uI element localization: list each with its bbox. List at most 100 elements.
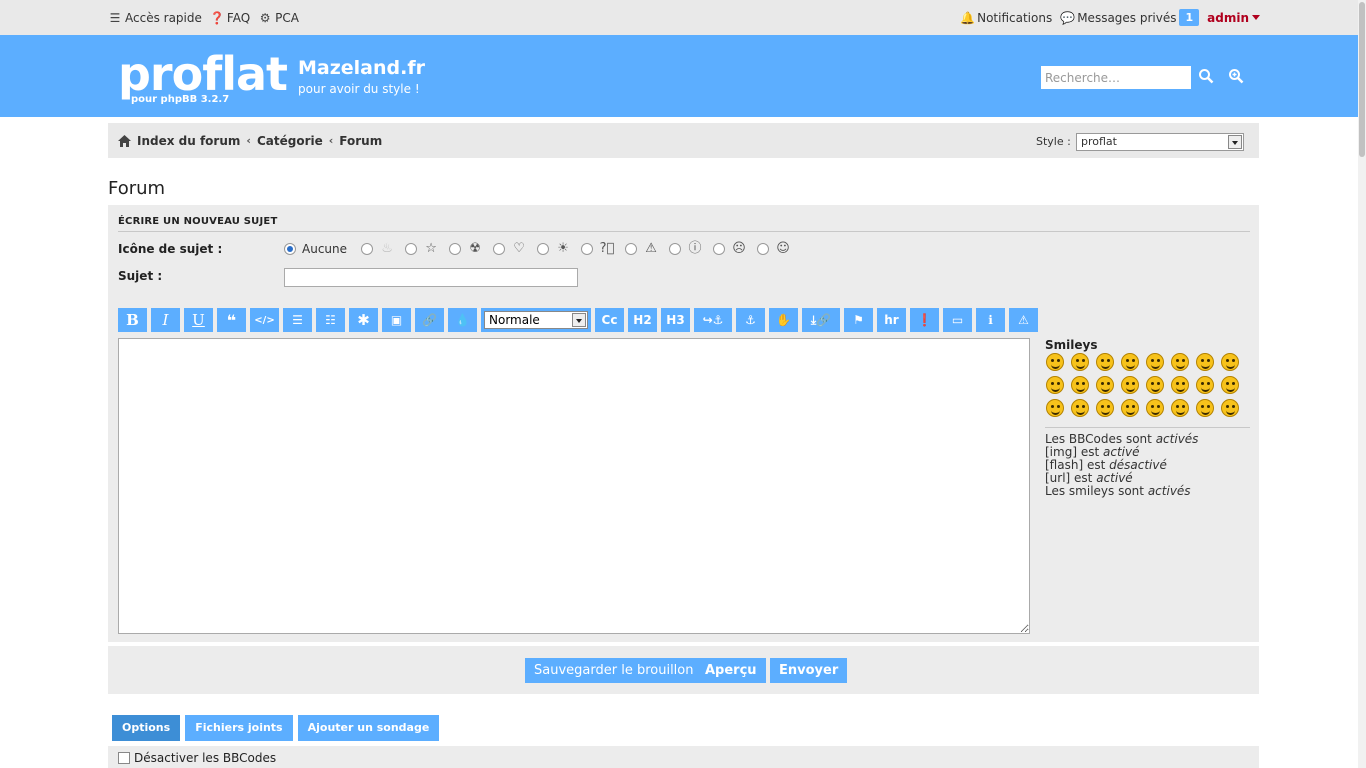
flag-button[interactable]: ⚑ bbox=[844, 308, 873, 332]
list-item-button[interactable]: ✱ bbox=[349, 308, 378, 332]
smiley-icon[interactable] bbox=[1121, 353, 1139, 371]
breadcrumb-forum[interactable]: Forum bbox=[339, 134, 382, 148]
hr-button[interactable]: hr bbox=[877, 308, 906, 332]
site-logo[interactable]: proflat bbox=[118, 49, 288, 99]
faq-link[interactable]: ❓ FAQ bbox=[210, 11, 250, 25]
info-icon: ⓘ bbox=[688, 241, 702, 256]
smiley-icon[interactable] bbox=[1171, 399, 1189, 417]
advanced-search-button[interactable] bbox=[1228, 68, 1246, 86]
topic-icon-radio-warning[interactable] bbox=[625, 243, 638, 255]
exclamation-circle-icon: ❗ bbox=[917, 313, 932, 327]
style-select[interactable]: proflat bbox=[1076, 133, 1244, 151]
bold-button[interactable]: B bbox=[118, 308, 147, 332]
underline-button[interactable]: U bbox=[184, 308, 213, 332]
sad-face-icon: ☹ bbox=[732, 241, 746, 256]
disable-bbcode-option[interactable]: Désactiver les BBCodes bbox=[118, 751, 276, 765]
hand-button[interactable]: ✋ bbox=[769, 308, 798, 332]
image-button[interactable]: ▣ bbox=[382, 308, 411, 332]
color-button[interactable]: 💧 bbox=[448, 308, 477, 332]
anchor-link-button[interactable]: ↪⚓ bbox=[694, 308, 732, 332]
smiley-icon[interactable] bbox=[1046, 399, 1064, 417]
smiley-icon[interactable] bbox=[1121, 399, 1139, 417]
smiley-icon[interactable] bbox=[1071, 399, 1089, 417]
smiley-icon[interactable] bbox=[1071, 376, 1089, 394]
smiley-icon[interactable] bbox=[1196, 376, 1214, 394]
smiley-icon[interactable] bbox=[1071, 353, 1089, 371]
breadcrumb-category[interactable]: Catégorie bbox=[257, 134, 323, 148]
scrollbar-thumb[interactable] bbox=[1359, 2, 1365, 157]
smiley-icon[interactable] bbox=[1046, 376, 1064, 394]
topic-icon-radio-lightbulb[interactable] bbox=[537, 243, 550, 255]
topic-icon-radio-fire[interactable] bbox=[361, 243, 374, 255]
warning-button[interactable]: ⚠ bbox=[1009, 308, 1038, 332]
smiley-icon[interactable] bbox=[1221, 376, 1239, 394]
url-status-text: [url] est bbox=[1045, 471, 1093, 485]
img-status-text: [img] est bbox=[1045, 445, 1100, 459]
code-button[interactable]: </> bbox=[250, 308, 279, 332]
cc-button[interactable]: Cc bbox=[595, 308, 624, 332]
list-button[interactable]: ☰ bbox=[283, 308, 312, 332]
topic-icon-radio-question[interactable] bbox=[581, 243, 594, 255]
message-textarea[interactable] bbox=[118, 338, 1030, 634]
smiley-icon[interactable] bbox=[1171, 353, 1189, 371]
quote-button[interactable]: ❝ bbox=[217, 308, 246, 332]
link-button[interactable]: 🔗 bbox=[415, 308, 444, 332]
tab-poll[interactable]: Ajouter un sondage bbox=[297, 715, 440, 741]
info-circle-icon: ℹ bbox=[988, 313, 993, 327]
save-draft-button[interactable]: Sauvegarder le brouillon bbox=[525, 658, 703, 683]
user-menu[interactable]: admin bbox=[1207, 11, 1260, 25]
window-button[interactable]: ▭ bbox=[943, 308, 972, 332]
grin-face-icon: ☺ bbox=[776, 241, 790, 256]
smiley-icon[interactable] bbox=[1146, 376, 1164, 394]
disable-bbcode-checkbox[interactable] bbox=[118, 752, 130, 764]
preview-button[interactable]: Aperçu bbox=[696, 658, 766, 683]
smiley-icon[interactable] bbox=[1171, 376, 1189, 394]
bbcode-status-value[interactable]: activés bbox=[1156, 432, 1199, 446]
download-link-button[interactable]: ⤓🔗 bbox=[802, 308, 840, 332]
italic-button[interactable]: I bbox=[151, 308, 180, 332]
logo-subtitle: pour phpBB 3.2.7 bbox=[131, 94, 230, 105]
private-messages-link[interactable]: 💬 Messages privés 1 bbox=[1060, 9, 1200, 26]
smiley-icon[interactable] bbox=[1096, 399, 1114, 417]
search-button[interactable] bbox=[1198, 68, 1216, 86]
breadcrumb-index[interactable]: Index du forum bbox=[137, 134, 240, 148]
topic-icon-radio-heart[interactable] bbox=[493, 243, 506, 255]
smiley-icon[interactable] bbox=[1196, 353, 1214, 371]
smiley-icon[interactable] bbox=[1046, 353, 1064, 371]
topic-icon-radio-grin[interactable] bbox=[757, 243, 770, 255]
style-label: Style : bbox=[1036, 135, 1071, 148]
private-messages-label: Messages privés bbox=[1077, 10, 1177, 25]
smiley-icon[interactable] bbox=[1121, 376, 1139, 394]
subject-input[interactable] bbox=[284, 268, 578, 287]
topic-icon-radio-none[interactable] bbox=[284, 243, 296, 255]
topic-icon-radio-radioactive[interactable] bbox=[449, 243, 462, 255]
h3-button[interactable]: H3 bbox=[661, 308, 690, 332]
smiley-icon[interactable] bbox=[1096, 376, 1114, 394]
pca-link[interactable]: ⚙ PCA bbox=[258, 11, 299, 25]
submit-button[interactable]: Envoyer bbox=[770, 658, 848, 683]
anchor-button[interactable]: ⚓ bbox=[736, 308, 765, 332]
quick-access-link[interactable]: ☰ Accès rapide bbox=[108, 11, 202, 25]
smiley-icon[interactable] bbox=[1146, 399, 1164, 417]
smiley-icon[interactable] bbox=[1146, 353, 1164, 371]
font-size-select[interactable]: Normale bbox=[481, 308, 591, 332]
tab-options[interactable]: Options bbox=[112, 715, 181, 741]
pm-count-badge: 1 bbox=[1179, 9, 1200, 26]
smiley-icon[interactable] bbox=[1221, 353, 1239, 371]
notifications-link[interactable]: 🔔 Notifications bbox=[960, 11, 1052, 25]
topic-icon-radio-info[interactable] bbox=[669, 243, 682, 255]
tab-attachments[interactable]: Fichiers joints bbox=[185, 715, 293, 741]
exclamation-button[interactable]: ❗ bbox=[910, 308, 939, 332]
topic-icon-radio-sad[interactable] bbox=[713, 243, 726, 255]
topic-icon-radio-star[interactable] bbox=[405, 243, 418, 255]
h2-button[interactable]: H2 bbox=[628, 308, 657, 332]
smiley-icon[interactable] bbox=[1196, 399, 1214, 417]
numbered-list-button[interactable]: ☷ bbox=[316, 308, 345, 332]
smiley-icon[interactable] bbox=[1096, 353, 1114, 371]
window-icon: ▭ bbox=[951, 313, 964, 327]
page-scrollbar[interactable] bbox=[1358, 0, 1366, 768]
info-button[interactable]: ℹ bbox=[976, 308, 1005, 332]
smiley-icon[interactable] bbox=[1221, 399, 1239, 417]
breadcrumb-bar: Index du forum ‹ Catégorie ‹ Forum Style… bbox=[108, 123, 1259, 158]
search-input[interactable] bbox=[1041, 66, 1191, 89]
